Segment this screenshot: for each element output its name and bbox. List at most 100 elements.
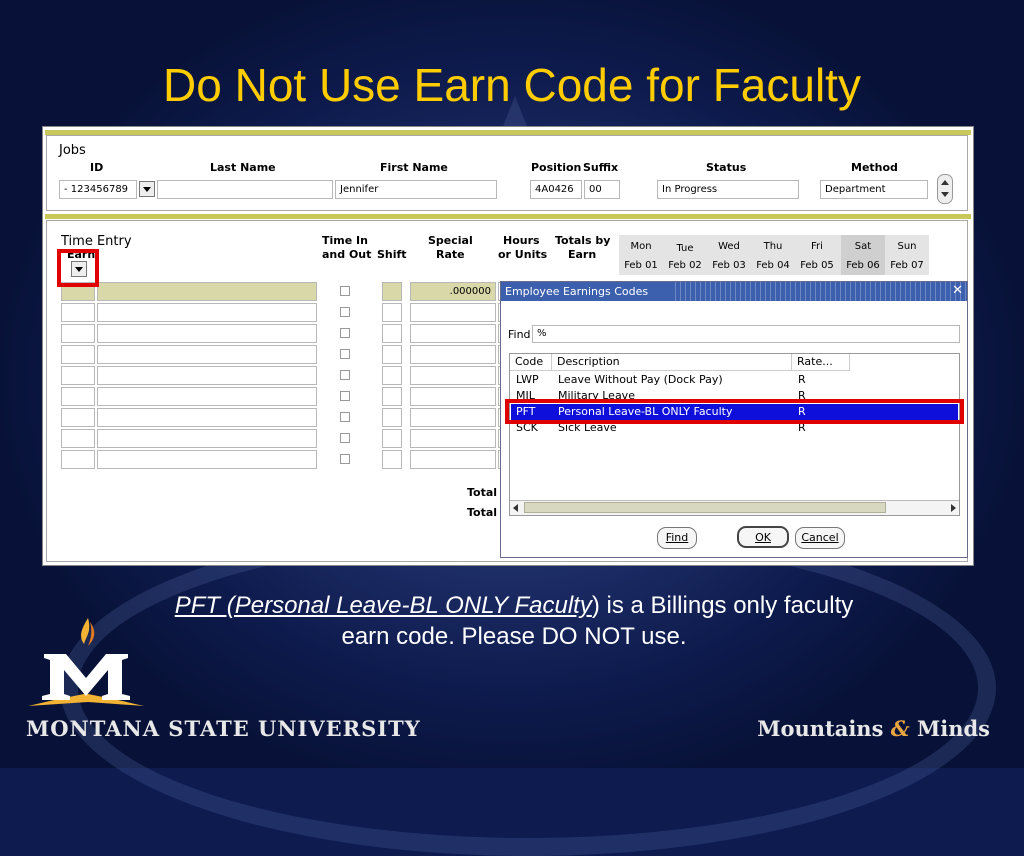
time-in-header-line1: Time In xyxy=(322,234,368,247)
shift-field[interactable] xyxy=(382,387,402,406)
day-fri: Fri xyxy=(811,241,823,252)
time-in-out-checkbox[interactable] xyxy=(340,391,350,401)
scroll-left-icon[interactable] xyxy=(513,504,518,512)
find-button[interactable]: Find xyxy=(657,527,697,549)
time-in-out-checkbox[interactable] xyxy=(340,454,350,464)
earn-description-field[interactable] xyxy=(97,387,317,406)
time-in-out-checkbox[interactable] xyxy=(340,433,350,443)
first-name-field[interactable]: Jennifer xyxy=(335,180,497,199)
date-feb07: Feb 07 xyxy=(890,260,924,271)
ok-button[interactable]: OK xyxy=(737,526,789,548)
description-column-header[interactable]: Description xyxy=(552,354,792,371)
scrollbar-thumb[interactable] xyxy=(524,502,886,513)
jobs-block: Jobs ID Last Name First Name Position Su… xyxy=(46,135,968,211)
shift-field[interactable] xyxy=(382,282,402,301)
special-rate-field[interactable] xyxy=(410,303,496,322)
cancel-button[interactable]: Cancel xyxy=(795,527,845,549)
position-field[interactable]: 4A0426 xyxy=(530,180,582,199)
date-feb03: Feb 03 xyxy=(712,260,746,271)
special-rate-header-line2: Rate xyxy=(436,248,465,261)
special-rate-field[interactable] xyxy=(410,345,496,364)
status-field[interactable]: In Progress xyxy=(657,180,799,199)
day-mon: Mon xyxy=(630,241,652,252)
special-rate-field[interactable] xyxy=(410,366,496,385)
earn-highlight-box xyxy=(57,249,99,287)
earn-code-field[interactable] xyxy=(61,324,95,343)
earn-code-field[interactable] xyxy=(61,366,95,385)
earn-code-field[interactable] xyxy=(61,303,95,322)
earn-code-field[interactable] xyxy=(61,408,95,427)
shift-field[interactable] xyxy=(382,408,402,427)
earn-description-field[interactable] xyxy=(97,408,317,427)
time-in-out-checkbox[interactable] xyxy=(340,286,350,296)
position-header: Position xyxy=(531,161,582,174)
time-in-header-line2: and Out xyxy=(322,248,372,261)
horizontal-scrollbar[interactable] xyxy=(510,500,959,515)
earn-description-field[interactable] xyxy=(97,303,317,322)
id-dropdown-button[interactable] xyxy=(139,181,155,197)
find-input[interactable]: % xyxy=(532,325,960,343)
earn-description-field[interactable] xyxy=(97,429,317,448)
special-rate-field[interactable] xyxy=(410,387,496,406)
last-name-field[interactable] xyxy=(157,180,333,199)
record-scroll-arrows[interactable] xyxy=(937,174,953,204)
earn-code-field[interactable] xyxy=(61,429,95,448)
row-description: Leave Without Pay (Dock Pay) xyxy=(558,373,723,386)
special-rate-field[interactable] xyxy=(410,429,496,448)
totals-header-line1: Totals by xyxy=(555,234,611,247)
suffix-field[interactable]: 00 xyxy=(584,180,620,199)
earnings-code-list[interactable]: Code Description Rate... LWP Leave Withou… xyxy=(509,353,960,516)
method-header: Method xyxy=(851,161,898,174)
shift-field[interactable] xyxy=(382,366,402,385)
time-in-out-checkbox[interactable] xyxy=(340,307,350,317)
day-sun: Sun xyxy=(897,241,917,252)
dialog-title: Employee Earnings Codes xyxy=(505,285,649,298)
earn-description-field[interactable] xyxy=(97,282,317,301)
university-name: MONTANA STATE UNIVERSITY xyxy=(26,716,421,741)
special-rate-field[interactable] xyxy=(410,408,496,427)
time-in-out-checkbox[interactable] xyxy=(340,328,350,338)
week-day-header: Mon Tue Wed Thu Fri Sat Sun Feb 01 Feb 0… xyxy=(619,235,929,275)
earn-description-field[interactable] xyxy=(97,450,317,469)
code-column-header[interactable]: Code xyxy=(510,354,552,371)
hours-header-line2: or Units xyxy=(498,248,548,261)
first-name-header: First Name xyxy=(380,161,448,174)
code-list-row[interactable]: LWP Leave Without Pay (Dock Pay) R xyxy=(511,372,958,388)
close-icon[interactable]: ✕ xyxy=(952,283,963,298)
earn-description-field[interactable] xyxy=(97,324,317,343)
special-rate-field[interactable] xyxy=(410,450,496,469)
scroll-down-icon xyxy=(941,192,949,197)
id-field[interactable]: - 123456789 xyxy=(59,180,137,199)
time-in-out-checkbox[interactable] xyxy=(340,370,350,380)
earn-description-field[interactable] xyxy=(97,345,317,364)
special-rate-field[interactable]: .000000 xyxy=(410,282,496,301)
shift-header: Shift xyxy=(377,248,407,261)
day-sat: Sat xyxy=(854,241,872,252)
day-thu: Thu xyxy=(763,241,783,252)
suffix-header: Suffix xyxy=(583,161,619,174)
tagline-ampersand: & xyxy=(890,716,910,741)
shift-field[interactable] xyxy=(382,303,402,322)
rate-column-header[interactable]: Rate... xyxy=(792,354,850,371)
id-header: ID xyxy=(90,161,104,174)
earn-code-field[interactable] xyxy=(61,450,95,469)
earn-description-field[interactable] xyxy=(97,366,317,385)
date-feb02: Feb 02 xyxy=(668,260,702,271)
special-rate-field[interactable] xyxy=(410,324,496,343)
shift-field[interactable] xyxy=(382,345,402,364)
caption-code: PFT (Personal Leave-BL ONLY Faculty xyxy=(174,592,592,619)
scroll-right-icon[interactable] xyxy=(951,504,956,512)
status-header: Status xyxy=(706,161,747,174)
pft-highlight-box xyxy=(505,399,964,424)
earn-code-field[interactable] xyxy=(61,345,95,364)
shift-field[interactable] xyxy=(382,429,402,448)
hours-header-line1: Hours xyxy=(503,234,540,247)
shift-field[interactable] xyxy=(382,324,402,343)
total-label-2: Total xyxy=(467,506,498,519)
shift-field[interactable] xyxy=(382,450,402,469)
time-in-out-checkbox[interactable] xyxy=(340,349,350,359)
earn-code-field[interactable] xyxy=(61,387,95,406)
time-in-out-checkbox[interactable] xyxy=(340,412,350,422)
method-field[interactable]: Department xyxy=(820,180,928,199)
tagline-right: Minds xyxy=(917,716,990,741)
